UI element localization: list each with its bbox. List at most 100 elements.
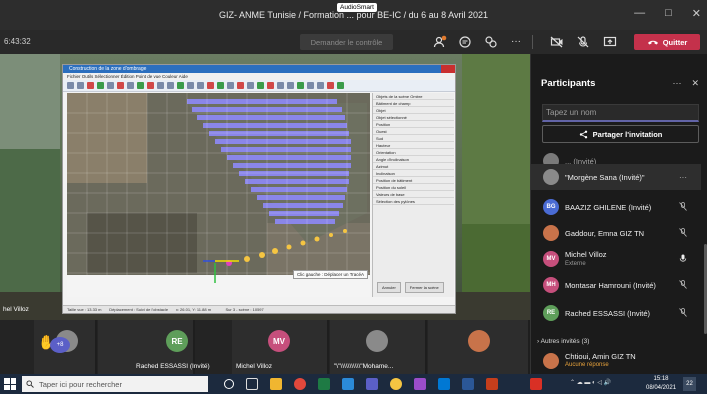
taskbar-clock[interactable]: 15:18 08/04/2021 [646, 375, 676, 393]
participant-item[interactable]: MV Michel Villoz Externe [531, 246, 701, 272]
participant-tile[interactable]: "\"\\\\\\\\\\\"Mohame... [330, 320, 427, 374]
panel-close-icon[interactable]: ✕ [691, 78, 699, 89]
tool-icon[interactable] [157, 82, 164, 89]
tool-icon[interactable] [117, 82, 124, 89]
chat-icon[interactable] [458, 35, 472, 49]
excel-icon[interactable] [318, 378, 330, 390]
tool-icon[interactable] [97, 82, 104, 89]
cancel-button[interactable]: Annuler [377, 282, 401, 293]
presenter-name: hel Villoz [3, 306, 29, 313]
tool-icon[interactable] [317, 82, 324, 89]
app-icon[interactable] [414, 378, 426, 390]
tool-icon[interactable] [197, 82, 204, 89]
panel-row[interactable]: Bâtiment de champ [373, 100, 454, 107]
panel-row[interactable]: Hauteur [373, 142, 454, 149]
tool-icon[interactable] [217, 82, 224, 89]
teams-icon[interactable] [366, 378, 378, 390]
leave-meeting-button[interactable]: Quitter [634, 34, 700, 50]
shading-app-window[interactable]: Construction de la zone d'ombrage Fichie… [62, 64, 456, 314]
task-view-icon[interactable] [246, 378, 258, 390]
tool-icon[interactable] [137, 82, 144, 89]
tool-icon[interactable] [167, 82, 174, 89]
taskbar-search-input[interactable]: Taper ici pour rechercher [22, 376, 208, 392]
panel-row[interactable]: Valeurs de base [373, 191, 454, 198]
participant-item[interactable]: BG BAAZIZ GHILENE (Invité) [531, 194, 701, 220]
app-close-icon[interactable] [441, 65, 455, 73]
system-tray-icons[interactable]: ⌃ ☁ ▬ ◐ ◁ 🔊 [570, 379, 630, 389]
panel-row[interactable]: Ouest [373, 128, 454, 135]
participant-search-input[interactable]: Tapez un nom [542, 104, 699, 122]
shared-screen[interactable]: Construction de la zone d'ombrage Fichie… [0, 54, 530, 320]
app-menu-bar[interactable]: Fichier Outils Sélectionner Édition Poin… [63, 73, 455, 80]
tool-icon[interactable] [247, 82, 254, 89]
participant-item[interactable]: Chtioui, Amin GIZ TN Aucune réponse [531, 348, 701, 374]
participant-name: Chtioui, Amin GIZ TN [565, 352, 636, 361]
tool-icon[interactable] [77, 82, 84, 89]
participant-item[interactable]: Gaddour, Emna GIZ TN [531, 220, 701, 246]
panel-row[interactable]: Position du soleil [373, 184, 454, 191]
tool-icon[interactable] [87, 82, 94, 89]
tool-icon[interactable] [227, 82, 234, 89]
powerpoint-icon[interactable] [486, 378, 498, 390]
share-invite-button[interactable]: Partager l'invitation [542, 125, 699, 143]
tool-icon[interactable] [307, 82, 314, 89]
app-icon[interactable] [390, 378, 402, 390]
mic-off-icon[interactable] [576, 35, 590, 49]
participant-tile[interactable] [428, 320, 530, 374]
participant-item[interactable]: "Morgène Sana (Invité)" ··· [531, 164, 701, 190]
tool-icon[interactable] [287, 82, 294, 89]
tool-icon[interactable] [267, 82, 274, 89]
tool-icon[interactable] [67, 82, 74, 89]
close-scene-button[interactable]: Fermer la scène [404, 282, 444, 293]
tool-icon[interactable] [207, 82, 214, 89]
share-screen-icon[interactable] [603, 35, 617, 49]
panel-row[interactable]: Angle d'inclinaison [373, 156, 454, 163]
aerial-view-canvas[interactable]: Clic gauche : Déplacer un TracéA [67, 93, 370, 297]
panel-more-icon[interactable]: ··· [672, 78, 681, 89]
panel-row[interactable]: Position de bâtiment [373, 177, 454, 184]
notification-center-icon[interactable]: 22 [683, 377, 696, 391]
participant-tile[interactable]: RE Rached ESSASSI (Invité) [98, 320, 210, 374]
maximize-button[interactable]: □ [665, 7, 672, 20]
request-control-button[interactable]: Demander le contrôle [300, 34, 393, 50]
tool-icon[interactable] [327, 82, 334, 89]
word-icon[interactable] [462, 378, 474, 390]
cortana-icon[interactable] [224, 379, 234, 389]
tool-icon[interactable] [277, 82, 284, 89]
scene-properties-panel[interactable]: Objets de la scène Ombre Bâtiment de cha… [372, 93, 454, 297]
participant-tile[interactable]: MV Michel Villoz [232, 320, 329, 374]
participant-item[interactable]: MH Montasar Hamrouni (Invité) [531, 272, 701, 298]
participant-more-icon[interactable]: ··· [679, 173, 687, 182]
vscode-icon[interactable] [342, 378, 354, 390]
panel-tabs[interactable]: Objets de la scène Ombre [373, 93, 454, 100]
tool-icon[interactable] [337, 82, 344, 89]
tool-icon[interactable] [257, 82, 264, 89]
app-toolbar[interactable] [63, 80, 455, 92]
panel-row[interactable]: Sélection des pylônes [373, 198, 454, 205]
outlook-icon[interactable] [438, 378, 450, 390]
acrobat-icon[interactable] [530, 378, 542, 390]
panel-row[interactable]: Sud [373, 135, 454, 142]
camera-off-icon[interactable] [550, 35, 564, 49]
file-explorer-icon[interactable] [270, 378, 282, 390]
tool-icon[interactable] [147, 82, 154, 89]
panel-row[interactable]: Inclinaison [373, 170, 454, 177]
minimize-button[interactable]: — [634, 7, 645, 20]
participants-icon[interactable] [433, 35, 447, 49]
tool-icon[interactable] [187, 82, 194, 89]
other-invitees-header[interactable]: › Autres invités (3) [537, 338, 589, 345]
breakout-rooms-icon[interactable] [484, 35, 498, 49]
raised-hand-indicator[interactable]: ✋ +8 [38, 334, 72, 356]
tool-icon[interactable] [127, 82, 134, 89]
windows-start-icon[interactable] [4, 378, 16, 390]
more-actions-icon[interactable]: ··· [509, 35, 523, 49]
chrome-icon[interactable] [294, 378, 306, 390]
tool-icon[interactable] [107, 82, 114, 89]
tool-icon[interactable] [177, 82, 184, 89]
close-button[interactable]: ✕ [692, 7, 701, 20]
panel-row[interactable]: Azimut [373, 163, 454, 170]
tool-icon[interactable] [237, 82, 244, 89]
tool-icon[interactable] [297, 82, 304, 89]
panel-row[interactable]: Objet sélectionné [373, 114, 454, 121]
participant-item[interactable]: RE Rached ESSASSI (Invité) [531, 300, 701, 326]
